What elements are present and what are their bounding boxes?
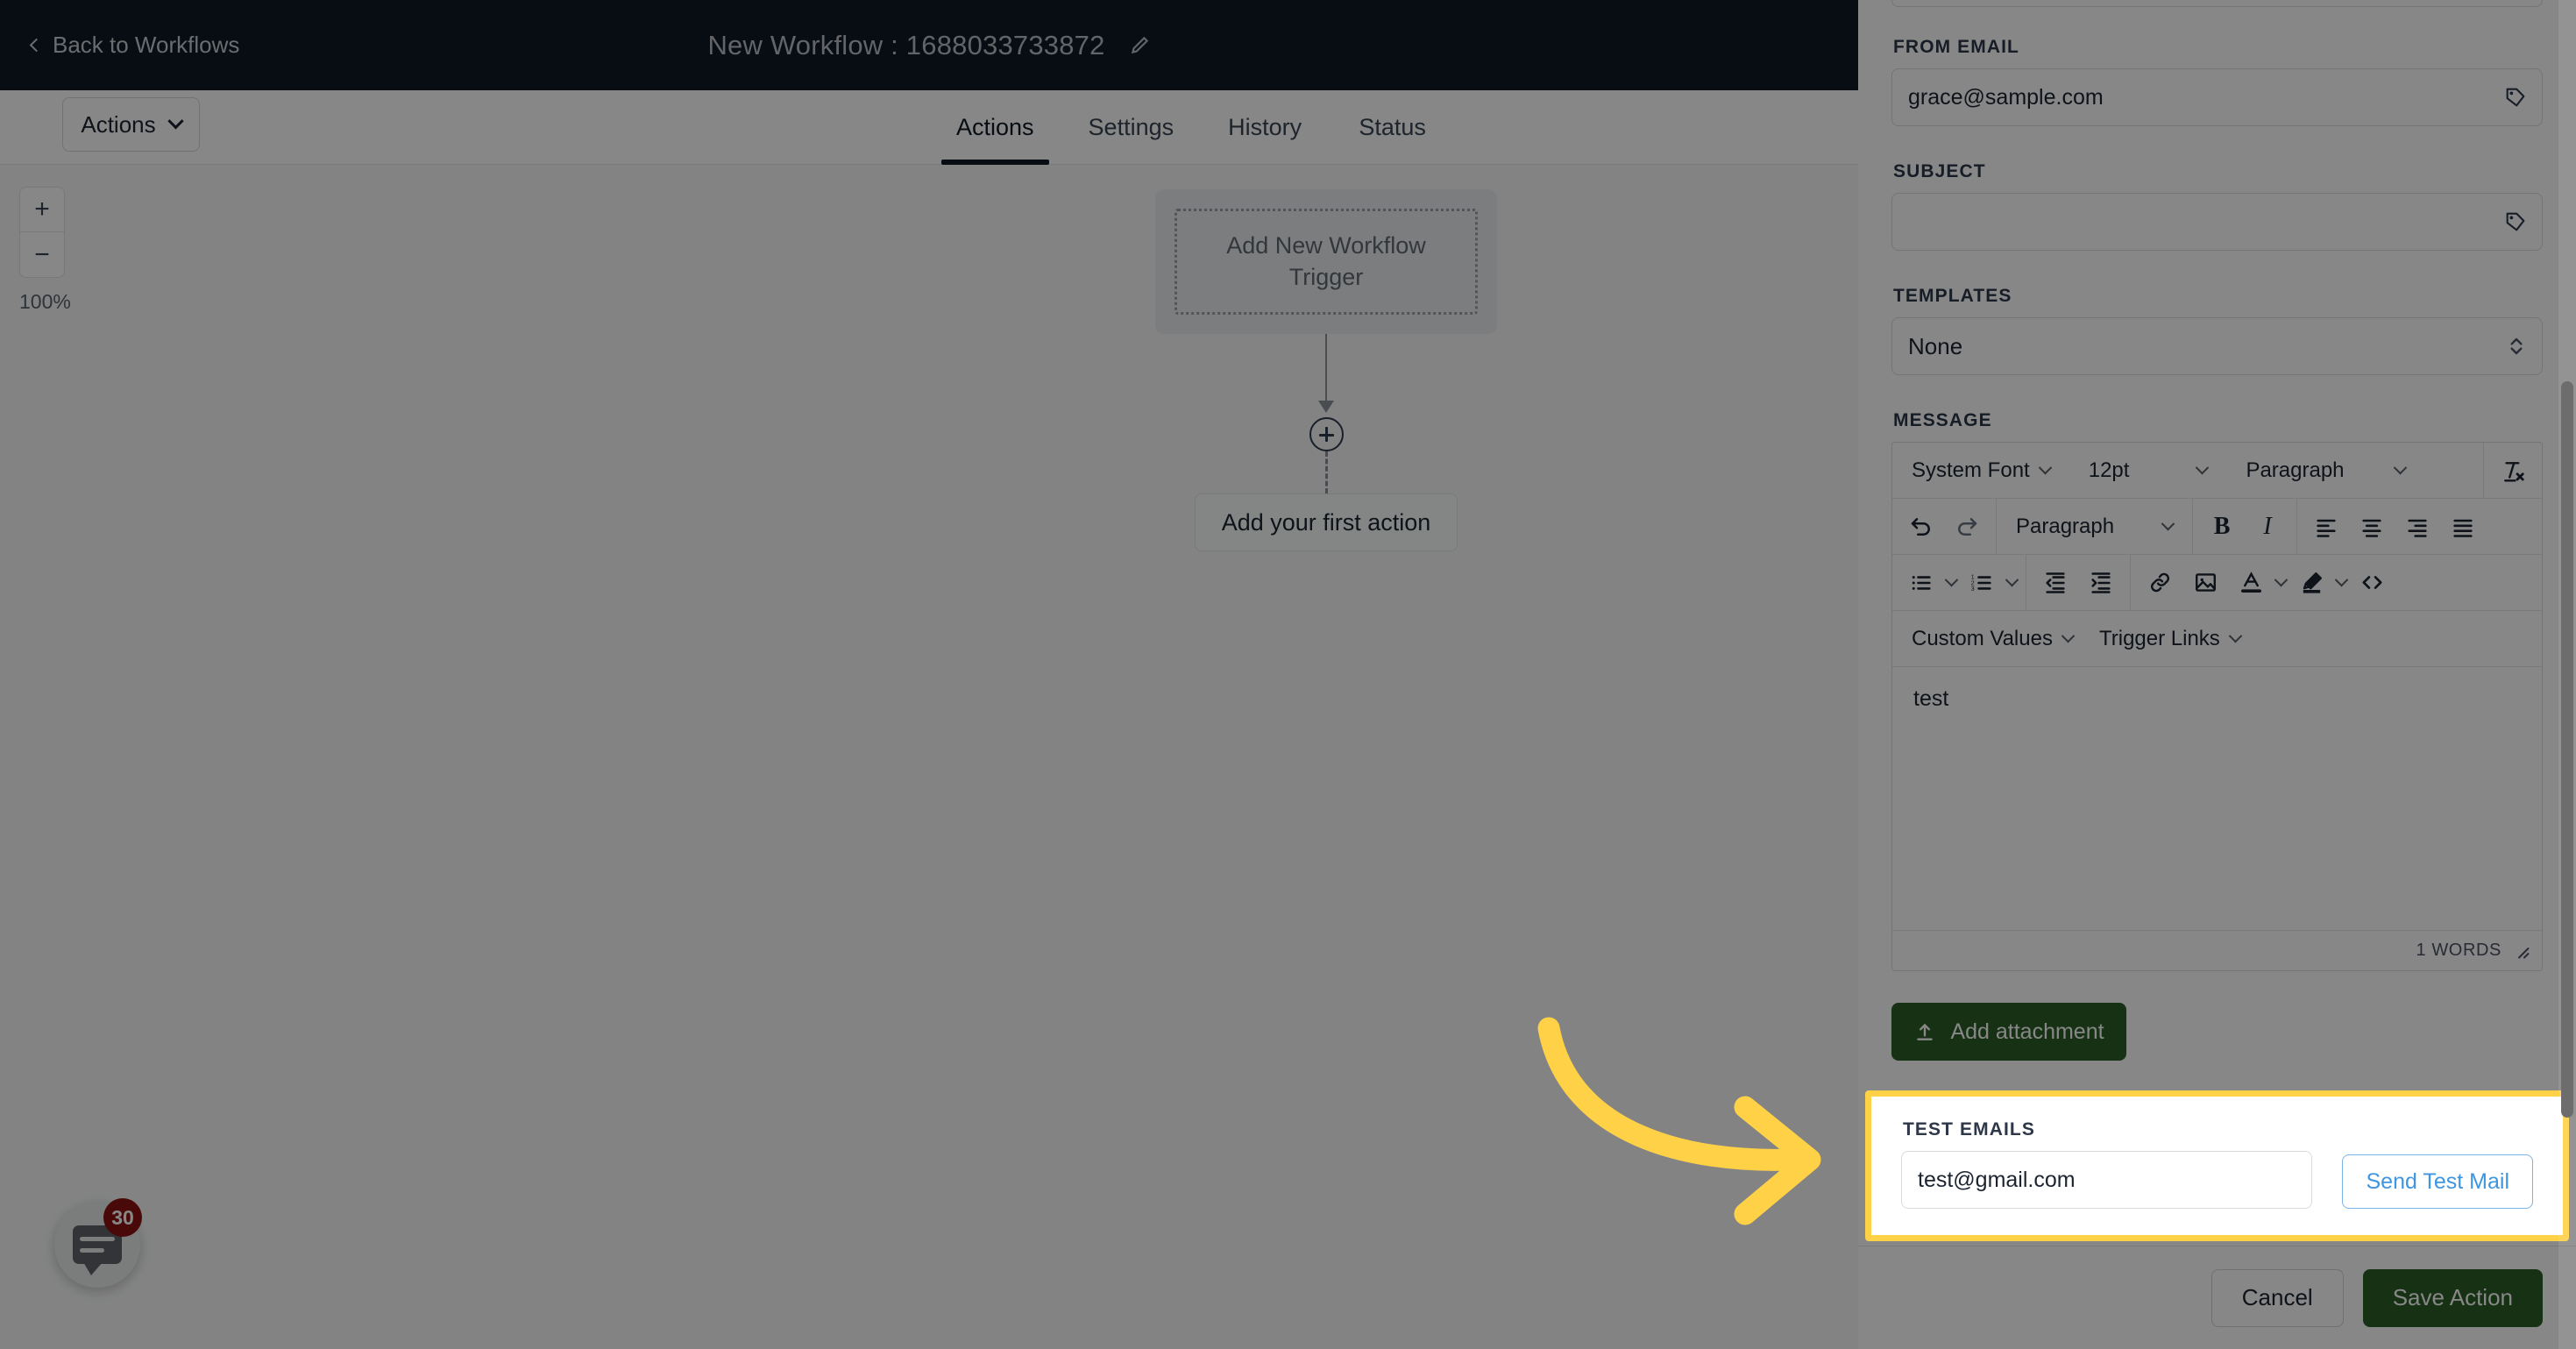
highlight-color-button[interactable]: [2291, 563, 2331, 603]
insert-image-button[interactable]: [2185, 563, 2225, 603]
add-attachment-button[interactable]: Add attachment: [1891, 1003, 2126, 1061]
from-email-label: FROM EMAIL: [1893, 37, 2019, 57]
from-email-group: FROM EMAIL grace@sample.com: [1858, 37, 2576, 126]
bullet-list-button[interactable]: [1901, 563, 1941, 603]
chevron-down-icon[interactable]: [2005, 572, 2019, 587]
subject-group: SUBJECT: [1858, 161, 2576, 251]
numbered-list-icon: 1 2 3: [1971, 574, 1991, 592]
redo-icon: [1958, 517, 1977, 536]
outdent-button[interactable]: [2035, 563, 2076, 603]
resize-grip-icon[interactable]: [2514, 943, 2530, 959]
trigger-links-label: Trigger Links: [2098, 626, 2220, 650]
clear-formatting-button[interactable]: [2493, 451, 2533, 491]
font-size-select[interactable]: 12pt: [2078, 451, 2218, 491]
chevron-down-icon: [2061, 628, 2076, 643]
tag-icon[interactable]: [2503, 85, 2528, 110]
chevron-down-icon: [2161, 516, 2175, 531]
image-icon: [2195, 573, 2216, 592]
editor-toolbar-row-3: 1 2 3: [1892, 555, 2542, 611]
indent-icon: [2091, 572, 2111, 593]
from-email-value: grace@sample.com: [1908, 84, 2104, 110]
chevron-down-icon[interactable]: [1944, 572, 1959, 587]
text-color-icon: [2240, 572, 2261, 593]
align-justify-button[interactable]: [2443, 507, 2483, 547]
panel-scrollbar-thumb[interactable]: [2561, 381, 2573, 1118]
bold-button[interactable]: B: [2202, 507, 2242, 547]
align-justify-icon: [2453, 519, 2473, 537]
panel-scroll-area[interactable]: FROM EMAIL grace@sample.com SUBJECT TEMP…: [1858, 0, 2576, 1246]
code-icon: [2362, 576, 2381, 589]
subject-input[interactable]: [1891, 193, 2543, 251]
trigger-links-menu[interactable]: Trigger Links: [2089, 619, 2251, 659]
highlight-icon: [2303, 572, 2322, 593]
outdent-icon: [2046, 572, 2065, 593]
editor-toolbar-row-4: Custom Values Trigger Links: [1892, 611, 2542, 667]
undo-button[interactable]: [1901, 507, 1941, 547]
paragraph-style-label: Paragraph: [2016, 514, 2115, 538]
tag-icon[interactable]: [2503, 209, 2528, 234]
save-action-button[interactable]: Save Action: [2362, 1268, 2543, 1327]
align-right-button[interactable]: [2397, 507, 2438, 547]
chevron-down-icon: [2196, 460, 2210, 475]
editor-toolbar-row-1: System Font 12pt Paragraph: [1892, 443, 2542, 499]
font-family-label: System Font: [1912, 458, 2030, 482]
align-center-button[interactable]: [2352, 507, 2392, 547]
editor-toolbar-row-2: Paragraph B I: [1892, 499, 2542, 555]
chevron-down-icon: [2228, 628, 2243, 643]
align-center-icon: [2362, 519, 2381, 537]
word-count-label: 1 WORDS: [2416, 941, 2501, 960]
message-group: MESSAGE System Font 12pt Paragraph Parag…: [1858, 410, 2576, 971]
block-format-label: Paragraph: [2246, 458, 2345, 482]
templates-value: None: [1908, 332, 1963, 359]
align-left-button[interactable]: [2306, 507, 2346, 547]
align-left-icon: [2317, 519, 2336, 537]
chevron-down-icon[interactable]: [2274, 572, 2289, 587]
email-action-panel: FROM EMAIL grace@sample.com SUBJECT TEMP…: [1858, 0, 2576, 1349]
add-attachment-label: Add attachment: [1950, 1019, 2104, 1044]
indent-button[interactable]: [2081, 563, 2121, 603]
previous-field-input[interactable]: [1891, 0, 2543, 7]
custom-values-label: Custom Values: [1912, 626, 2053, 650]
block-format-select[interactable]: Paragraph: [2235, 451, 2415, 491]
send-test-mail-button[interactable]: Send Test Mail: [2342, 1154, 2533, 1209]
paragraph-style-select[interactable]: Paragraph: [2005, 507, 2183, 547]
clear-formatting-icon: [2504, 461, 2524, 481]
insert-link-button[interactable]: [2140, 563, 2180, 603]
templates-select[interactable]: None: [1891, 317, 2543, 375]
subject-label: SUBJECT: [1893, 161, 1986, 181]
templates-group: TEMPLATES None: [1858, 286, 2576, 375]
text-color-button[interactable]: [2231, 563, 2271, 603]
rich-text-editor: System Font 12pt Paragraph Paragraph B I…: [1891, 442, 2543, 971]
chevron-down-icon[interactable]: [2334, 572, 2349, 587]
test-emails-input[interactable]: test@gmail.com: [1901, 1151, 2313, 1209]
bullet-list-icon: [1912, 575, 1931, 590]
test-emails-field-group: TEST EMAILS test@gmail.com: [1901, 1119, 2313, 1209]
chevron-down-icon: [2038, 460, 2052, 475]
source-code-button[interactable]: [2352, 563, 2392, 603]
undo-icon: [1911, 517, 1930, 536]
templates-label: TEMPLATES: [1893, 286, 2012, 306]
chevron-down-icon: [2393, 460, 2407, 475]
panel-footer: Cancel Save Action: [1858, 1246, 2576, 1349]
custom-values-menu[interactable]: Custom Values: [1901, 619, 2083, 659]
workflow-builder-screen: Back to Workflows New Workflow : 1688033…: [0, 0, 2576, 1349]
up-down-chevron-icon: [2510, 337, 2523, 355]
message-label: MESSAGE: [1893, 410, 1992, 430]
test-emails-label: TEST EMAILS: [1903, 1119, 2035, 1140]
align-right-icon: [2408, 519, 2427, 537]
link-icon: [2150, 572, 2169, 593]
upload-icon: [1917, 1024, 1934, 1040]
message-body-editable[interactable]: test: [1892, 667, 2542, 930]
from-email-input[interactable]: grace@sample.com: [1891, 68, 2543, 126]
message-status-bar: 1 WORDS: [1892, 930, 2542, 970]
cancel-button[interactable]: Cancel: [2211, 1268, 2344, 1327]
italic-button[interactable]: I: [2247, 507, 2288, 547]
svg-text:3: 3: [1971, 586, 1975, 592]
test-emails-highlighted-section: TEST EMAILS test@gmail.com Send Test Mai…: [1865, 1090, 2569, 1241]
test-emails-value: test@gmail.com: [1918, 1167, 2076, 1192]
numbered-list-button[interactable]: 1 2 3: [1962, 563, 2002, 603]
font-family-select[interactable]: System Font: [1901, 451, 2061, 491]
font-size-label: 12pt: [2088, 458, 2130, 482]
redo-button[interactable]: [1947, 507, 1987, 547]
